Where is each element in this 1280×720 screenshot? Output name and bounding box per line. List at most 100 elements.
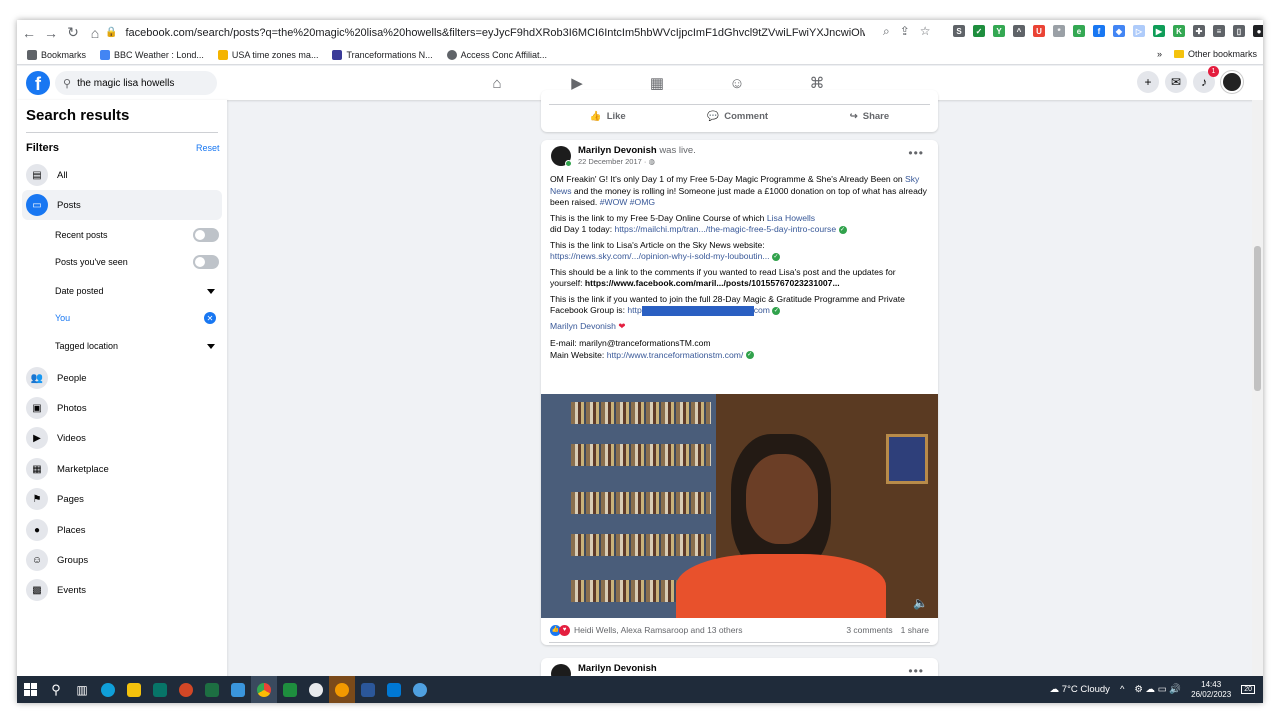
filter-marketplace[interactable]: ▦ Marketplace xyxy=(22,454,222,484)
extension-icon[interactable]: ▷ xyxy=(1133,25,1145,37)
notification-center-icon[interactable]: 20 xyxy=(1241,685,1255,694)
filter-videos[interactable]: ▶ Videos xyxy=(22,423,222,453)
messenger-icon[interactable]: ✉ xyxy=(1165,71,1187,93)
create-plus-icon[interactable]: + xyxy=(1137,71,1159,93)
extension-icon[interactable]: U xyxy=(1033,25,1045,37)
filter-photos[interactable]: ▣ Photos xyxy=(22,393,222,423)
sidebar-title: Search results xyxy=(26,107,130,124)
extension-icon[interactable]: K xyxy=(1173,25,1185,37)
audio-app-icon[interactable] xyxy=(329,676,355,703)
weather-widget[interactable]: ☁ 7°C Cloudy xyxy=(1050,684,1110,695)
search-icon[interactable]: ⚲ xyxy=(43,676,69,703)
file-explorer-icon[interactable] xyxy=(121,676,147,703)
bookmark-star-icon[interactable]: ☆ xyxy=(920,24,931,39)
post-timestamp[interactable]: 22 December 2017 · ◍ xyxy=(578,157,655,166)
home-tab-icon[interactable]: ⌂ xyxy=(457,70,537,96)
reset-filters-link[interactable]: Reset xyxy=(196,143,220,153)
more-options-icon[interactable]: ••• xyxy=(908,146,924,160)
like-button[interactable]: 👍 Like xyxy=(590,111,626,122)
profile-icon[interactable]: ● xyxy=(1253,25,1263,37)
facebook-logo-icon[interactable]: f xyxy=(26,71,50,95)
home-icon[interactable]: ⌂ xyxy=(85,23,105,43)
scrollbar-thumb[interactable] xyxy=(1254,246,1261,391)
sky-article-link[interactable]: https://news.sky.com/.../opinion-why-i-s… xyxy=(550,251,770,261)
teams-icon[interactable] xyxy=(407,676,433,703)
extension-icon[interactable]: f xyxy=(1093,25,1105,37)
signature-link[interactable]: Marilyn Devonish xyxy=(550,321,616,331)
extension-icon[interactable]: * xyxy=(1053,25,1065,37)
account-avatar[interactable] xyxy=(1221,71,1243,93)
hashtags[interactable]: #WOW #OMG xyxy=(600,197,655,207)
extension-icon[interactable]: ▶ xyxy=(1153,25,1165,37)
website-link[interactable]: http://www.tranceformationstm.com/ xyxy=(607,350,744,360)
windows-start-icon[interactable] xyxy=(17,676,43,703)
comments-count-link[interactable]: 3 comments xyxy=(846,625,892,635)
side-panel-icon[interactable]: ▯ xyxy=(1233,25,1245,37)
course-url-link[interactable]: https://mailchi.mp/tran.../the-magic-fre… xyxy=(615,224,837,234)
extension-icon[interactable]: ◆ xyxy=(1113,25,1125,37)
puzzle-icon[interactable]: ✚ xyxy=(1193,25,1205,37)
publisher-icon[interactable] xyxy=(147,676,173,703)
shares-count-link[interactable]: 1 share xyxy=(901,625,929,635)
bookmark-item[interactable]: USA time zones ma... xyxy=(217,49,318,60)
app-icon[interactable] xyxy=(277,676,303,703)
remote-desktop-icon[interactable] xyxy=(225,676,251,703)
extension-icon[interactable]: ^ xyxy=(1013,25,1025,37)
filter-people[interactable]: 👥 People xyxy=(22,363,222,393)
notifications-bell-icon[interactable]: ♪ 1 xyxy=(1193,66,1219,93)
extension-icon[interactable]: e xyxy=(1073,25,1085,37)
powerpoint-icon[interactable] xyxy=(173,676,199,703)
excel-icon[interactable] xyxy=(199,676,225,703)
other-bookmarks-folder[interactable]: Other bookmarks xyxy=(1173,49,1257,59)
extension-icon[interactable]: S xyxy=(953,25,965,37)
filter-author-you[interactable]: You ✕ xyxy=(55,306,219,330)
edge-icon[interactable] xyxy=(95,676,121,703)
zoom-icon[interactable]: ⌕ xyxy=(883,24,890,39)
lisa-howells-link[interactable]: Lisa Howells xyxy=(767,213,815,223)
more-bookmarks-button[interactable]: » xyxy=(1157,49,1162,59)
filter-tagged-location[interactable]: Tagged location xyxy=(55,334,219,358)
filter-all[interactable]: ▤ All xyxy=(22,160,222,190)
posts-seen-toggle[interactable] xyxy=(193,255,219,269)
reactors-link[interactable]: Heidi Wells, Alexa Ramsaroop and 13 othe… xyxy=(574,625,743,635)
share-button[interactable]: ↪ Share xyxy=(850,111,889,122)
tray-icons[interactable]: ⚙ ☁ ▭ 🔊 xyxy=(1134,684,1181,695)
bookmark-item[interactable]: Access Conc Affiliat... xyxy=(446,49,547,60)
extension-icon[interactable]: Y xyxy=(993,25,1005,37)
word-icon[interactable] xyxy=(355,676,381,703)
share-page-icon[interactable]: ⇪ xyxy=(900,24,910,39)
author-name-link[interactable]: Marilyn Devonish xyxy=(578,663,657,674)
clock[interactable]: 14:43 26/02/2023 xyxy=(1191,680,1231,700)
live-video-player[interactable]: 🔈 xyxy=(541,394,938,618)
task-view-icon[interactable]: ▥ xyxy=(69,676,95,703)
outlook-icon[interactable] xyxy=(381,676,407,703)
reading-list-icon[interactable]: ≡ xyxy=(1213,25,1225,37)
back-icon[interactable]: ← xyxy=(19,23,39,43)
programme-url-link[interactable]: http com xyxy=(627,305,770,316)
bookmark-item[interactable]: Tranceformations N... xyxy=(332,49,433,60)
reload-icon[interactable]: ↻ xyxy=(63,23,83,43)
bookmark-item[interactable]: Bookmarks xyxy=(27,49,86,60)
author-avatar[interactable] xyxy=(551,146,572,167)
filter-groups[interactable]: ☺ Groups xyxy=(22,545,222,575)
filter-events[interactable]: ▩ Events xyxy=(22,575,222,605)
mute-icon[interactable]: 🔈 xyxy=(913,596,928,610)
comments-url[interactable]: https://www.facebook.com/maril.../posts/… xyxy=(585,278,840,288)
filter-posts[interactable]: ▭ Posts xyxy=(22,190,222,220)
filter-places[interactable]: ● Places xyxy=(22,515,222,545)
filter-pages[interactable]: ⚑ Pages xyxy=(22,484,222,514)
clear-filter-icon[interactable]: ✕ xyxy=(204,312,216,324)
chrome-icon[interactable] xyxy=(251,676,277,703)
extension-icon[interactable]: ✓ xyxy=(973,25,985,37)
address-bar[interactable]: 🔒 facebook.com/search/posts?q=the%20magi… xyxy=(105,23,965,42)
recent-posts-toggle[interactable] xyxy=(193,228,219,242)
page-scrollbar[interactable] xyxy=(1252,100,1263,703)
bookmark-item[interactable]: BBC Weather : Lond... xyxy=(100,49,204,60)
tray-chevron-icon[interactable]: ^ xyxy=(1120,684,1124,695)
filter-date-posted[interactable]: Date posted xyxy=(55,279,219,303)
cloud-app-icon[interactable] xyxy=(303,676,329,703)
comment-button[interactable]: 💬 Comment xyxy=(707,111,768,122)
author-name-link[interactable]: Marilyn Devonish xyxy=(578,145,657,156)
facebook-search-input[interactable]: ⚲ the magic lisa howells xyxy=(55,71,217,95)
forward-icon[interactable]: → xyxy=(41,23,61,43)
